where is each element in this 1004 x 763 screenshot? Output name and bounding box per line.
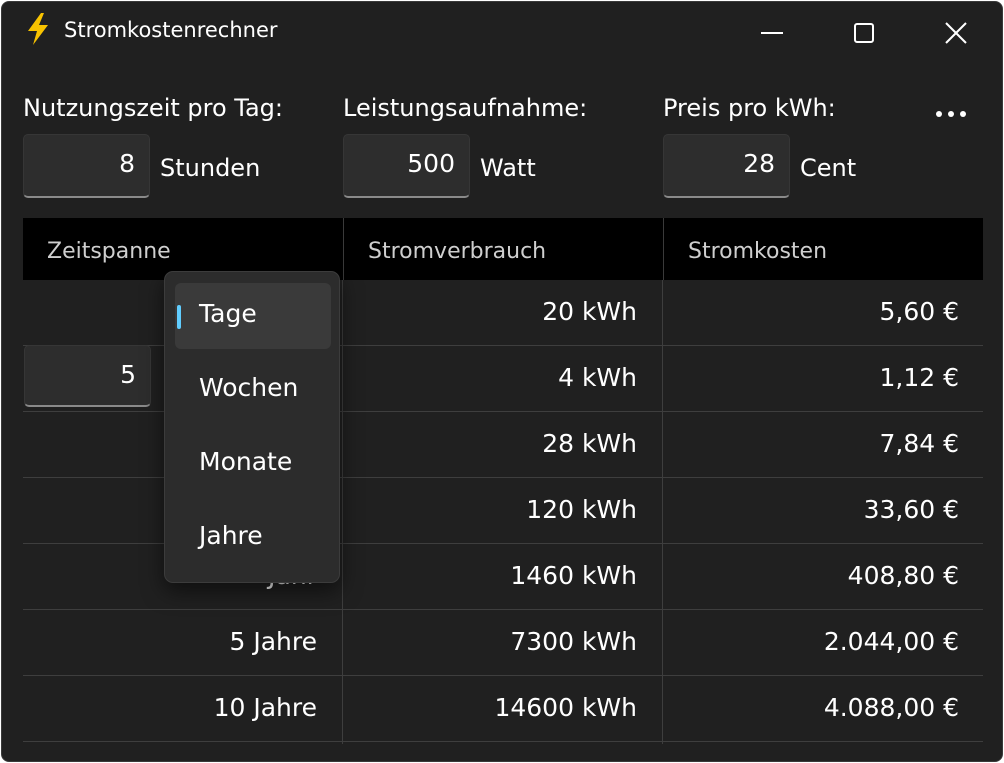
cost-cell: 5,60 € bbox=[879, 297, 959, 326]
title-bar[interactable]: Stromkostenrechner bbox=[2, 2, 1002, 62]
consumption-cell: 1460 kWh bbox=[510, 561, 637, 590]
more-options-button[interactable] bbox=[928, 100, 974, 128]
dropdown-option-label: Jahre bbox=[199, 521, 263, 550]
power-input[interactable]: 500 bbox=[343, 134, 470, 198]
price-label: Preis pro kWh: bbox=[663, 94, 836, 122]
usage-input[interactable]: 8 bbox=[23, 134, 150, 198]
power-label: Leistungsaufnahme: bbox=[343, 94, 588, 122]
cost-cell: 7,84 € bbox=[879, 429, 959, 458]
minimize-button[interactable] bbox=[726, 2, 818, 64]
close-icon bbox=[945, 22, 967, 44]
consumption-cell: 28 kWh bbox=[542, 429, 637, 458]
usage-unit: Stunden bbox=[160, 154, 261, 182]
maximize-button[interactable] bbox=[818, 2, 910, 64]
dropdown-option-label: Tage bbox=[199, 299, 257, 328]
consumption-cell: 20 kWh bbox=[542, 297, 637, 326]
table-row: 10 Jahre 14600 kWh 4.088,00 € bbox=[23, 676, 983, 742]
consumption-cell: 14600 kWh bbox=[494, 693, 637, 722]
period-cell: 10 Jahre bbox=[213, 693, 317, 722]
period-cell: 5 Jahre bbox=[229, 627, 318, 656]
price-input[interactable]: 28 bbox=[663, 134, 790, 198]
dropdown-option-jahre[interactable]: Jahre bbox=[175, 505, 331, 571]
column-header-cost[interactable]: Stromkosten bbox=[663, 218, 983, 280]
lightning-bolt-icon bbox=[28, 13, 48, 45]
app-window: Stromkostenrechner Nutzungszeit pro Tag:… bbox=[1, 1, 1003, 762]
cost-cell: 408,80 € bbox=[847, 561, 959, 590]
more-dot-icon bbox=[960, 111, 966, 117]
more-dot-icon bbox=[948, 111, 954, 117]
dropdown-option-label: Wochen bbox=[199, 373, 299, 402]
cost-cell: 2.044,00 € bbox=[823, 627, 959, 656]
selection-indicator bbox=[177, 305, 181, 329]
window-title: Stromkostenrechner bbox=[64, 18, 278, 42]
consumption-cell: 120 kWh bbox=[526, 495, 637, 524]
minimize-icon bbox=[761, 32, 783, 34]
dropdown-option-wochen[interactable]: Wochen bbox=[175, 357, 331, 423]
close-button[interactable] bbox=[910, 2, 1002, 64]
consumption-cell: 7300 kWh bbox=[510, 627, 637, 656]
more-dot-icon bbox=[936, 111, 942, 117]
table-header: Zeitspanne Stromverbrauch Stromkosten bbox=[23, 218, 983, 280]
cost-cell: 1,12 € bbox=[879, 363, 959, 392]
table-row: 5 Jahre 7300 kWh 2.044,00 € bbox=[23, 610, 983, 676]
timespan-unit-dropdown: Tage Wochen Monate Jahre bbox=[164, 271, 340, 583]
maximize-icon bbox=[854, 23, 874, 43]
usage-label: Nutzungszeit pro Tag: bbox=[23, 94, 284, 122]
dropdown-option-tage[interactable]: Tage bbox=[175, 283, 331, 349]
cost-cell: 4.088,00 € bbox=[823, 693, 959, 722]
column-header-consumption[interactable]: Stromverbrauch bbox=[343, 218, 663, 280]
price-unit: Cent bbox=[800, 154, 857, 182]
dropdown-option-label: Monate bbox=[199, 447, 293, 476]
cost-cell: 33,60 € bbox=[863, 495, 959, 524]
dropdown-option-monate[interactable]: Monate bbox=[175, 431, 331, 497]
power-unit: Watt bbox=[480, 154, 536, 182]
consumption-cell: 4 kWh bbox=[558, 363, 637, 392]
